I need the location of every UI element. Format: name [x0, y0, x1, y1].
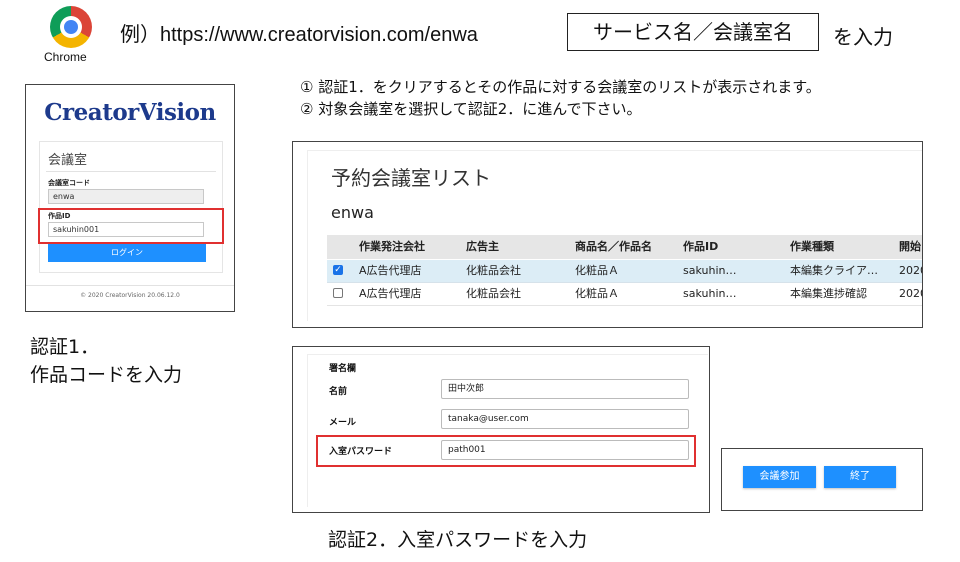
room-list-screenshot: 予約会議室リスト enwa 作業発注会社 広告主 商品名／作品名 作品ID 作業… [292, 141, 923, 328]
table-cell: 化粧品Ａ [575, 264, 619, 277]
table-header: 作業発注会社 広告主 商品名／作品名 作品ID 作業種類 開始 [327, 235, 922, 259]
name-label: 名前 [329, 387, 348, 397]
password-label: 入室パスワード [329, 447, 393, 457]
login-footer: © 2020 CreatorVision 20.06.12.0 [80, 292, 180, 299]
table-cell: 化粧品会社 [466, 287, 521, 300]
table-cell: 2020 [899, 264, 922, 277]
email-label: メール [329, 418, 357, 428]
signature-form-screenshot: 署名欄 名前 田中次郎 メール tanaka@user.com 入室パスワード … [292, 346, 710, 513]
email-field[interactable]: tanaka@user.com [441, 409, 689, 429]
signature-heading: 署名欄 [329, 364, 357, 374]
table-cell: sakuhin… [683, 264, 737, 277]
name-field[interactable]: 田中次郎 [441, 379, 689, 399]
table-cell: 化粧品会社 [466, 264, 521, 277]
divider [46, 171, 216, 172]
browser-label: Chrome [44, 50, 87, 64]
chrome-icon [50, 6, 92, 48]
table-cell: sakuhin… [683, 287, 737, 300]
auth1-caption-title: 認証1． [30, 336, 100, 358]
table-cell: 本編集クライア… [790, 264, 878, 277]
instruction-step-1: ① 認証1．をクリアするとその作品に対する会議室のリストが表示されます。 [300, 78, 821, 96]
input-instruction: を入力 [833, 25, 893, 49]
room-code-field[interactable]: enwa [48, 189, 204, 204]
highlight-frame [38, 208, 224, 244]
table-cell: A広告代理店 [359, 264, 422, 277]
auth1-caption: 認証1． 作品コードを入力 [30, 333, 182, 389]
end-button[interactable]: 終了 [824, 466, 896, 488]
column-header[interactable]: 商品名／作品名 [575, 235, 652, 259]
login-button[interactable]: ログイン [48, 244, 206, 262]
column-header[interactable]: 作品ID [683, 235, 718, 259]
url-example: 例）https://www.creatorvision.com/enwa [120, 24, 478, 46]
table-cell: A広告代理店 [359, 287, 422, 300]
signature-panel [307, 354, 708, 507]
column-header[interactable]: 広告主 [466, 235, 499, 259]
table-cell: 2020 [899, 287, 922, 300]
instruction-step-2: ② 対象会議室を選択して認証2．に進んで下さい。 [300, 100, 642, 118]
row-checkbox[interactable]: ✓ [333, 265, 343, 275]
room-list-title: 予約会議室リスト [331, 166, 491, 190]
room-list-subtitle: enwa [331, 203, 374, 222]
creatorvision-logo: CreatorVision [44, 99, 216, 126]
table-row[interactable]: ✓ A広告代理店 化粧品会社 化粧品Ａ sakuhin… 本編集クライア… 20… [327, 260, 922, 283]
join-meeting-button[interactable]: 会議参加 [743, 466, 816, 488]
divider [26, 285, 234, 286]
column-header[interactable]: 作業種類 [790, 235, 834, 259]
login-screenshot: CreatorVision 会議室 会議室コード enwa 作品ID sakuh… [25, 84, 235, 312]
room-code-label: 会議室コード [48, 179, 90, 187]
action-buttons-screenshot: 会議参加 終了 [721, 448, 923, 511]
table-cell: 化粧品Ａ [575, 287, 619, 300]
login-heading: 会議室 [48, 153, 88, 168]
instructions: ① 認証1．をクリアするとその作品に対する会議室のリストが表示されます。 ② 対… [300, 76, 821, 120]
column-header[interactable]: 作業発注会社 [359, 235, 425, 259]
password-field[interactable]: path001 [441, 440, 689, 460]
auth1-caption-desc: 作品コードを入力 [30, 364, 183, 386]
table-cell: 本編集進捗確認 [790, 287, 867, 300]
service-name-box: サービス名／会議室名 [567, 13, 819, 51]
column-header[interactable]: 開始 [899, 235, 921, 259]
table-row[interactable]: A広告代理店 化粧品会社 化粧品Ａ sakuhin… 本編集進捗確認 2020 [327, 283, 922, 306]
row-checkbox[interactable] [333, 288, 343, 298]
auth2-caption: 認証2．入室パスワードを入力 [328, 529, 588, 551]
